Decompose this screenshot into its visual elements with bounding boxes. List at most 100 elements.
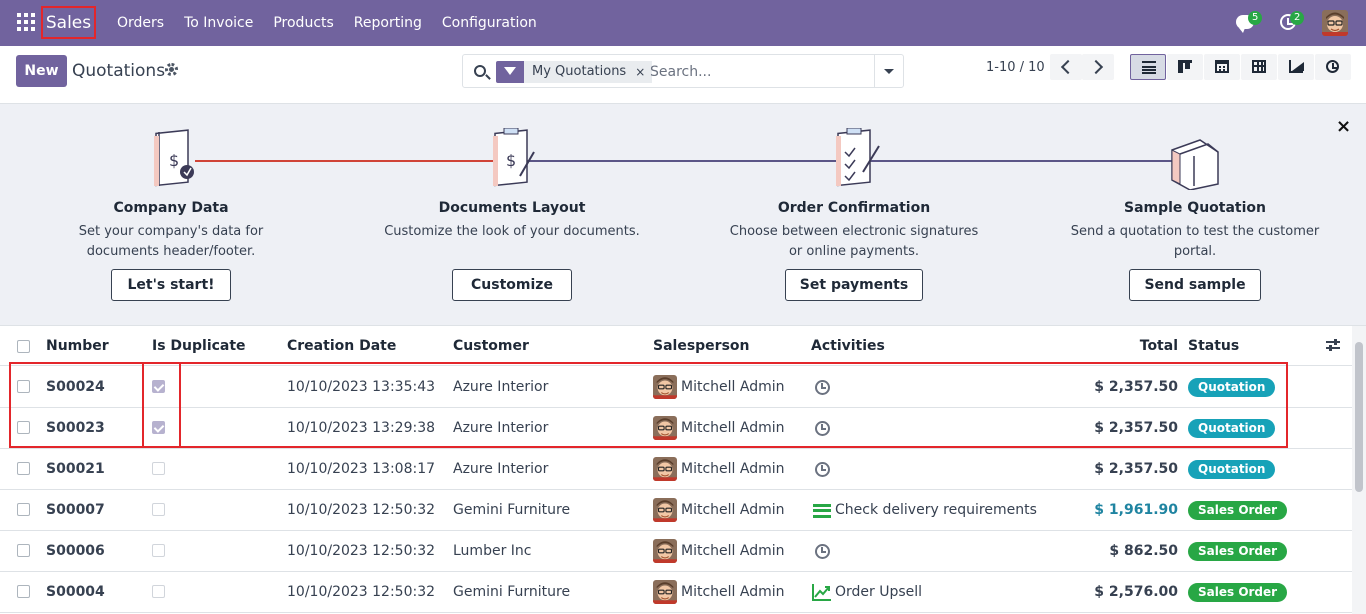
list-view-button[interactable]	[1130, 54, 1166, 80]
activity-count-badge: 2	[1290, 11, 1305, 25]
quotations-list: Number Is Duplicate Creation Date Custom…	[0, 326, 1352, 614]
search-facet-my-quotations: My Quotations ×	[496, 61, 653, 83]
company-data-illustration: $	[151, 128, 201, 190]
chat-count-badge: 5	[1248, 11, 1263, 25]
salesperson-name: Mitchell Admin	[681, 461, 785, 477]
step-description: Customize the look of your documents.	[384, 224, 640, 239]
column-salesperson[interactable]: Salesperson	[653, 338, 750, 354]
kanban-view-button[interactable]	[1167, 54, 1203, 80]
column-is-duplicate[interactable]: Is Duplicate	[152, 338, 246, 354]
graph-view-button[interactable]	[1278, 54, 1314, 80]
onboarding-close-button[interactable]: ×	[1336, 118, 1351, 136]
customize-button[interactable]: Customize	[452, 269, 572, 301]
calendar-view-button[interactable]	[1204, 54, 1240, 80]
new-button[interactable]: New	[16, 55, 67, 87]
send-sample-button[interactable]: Send sample	[1129, 269, 1261, 301]
table-row[interactable]: S00021 10/10/2023 13:08:17 Azure Interior M…	[0, 449, 1352, 490]
upsell-chart-icon[interactable]	[812, 583, 832, 601]
order-total: $ 2,357.50	[1094, 379, 1178, 395]
select-all-checkbox[interactable]	[17, 340, 30, 353]
gear-icon[interactable]	[165, 63, 178, 76]
menu-orders[interactable]: Orders	[107, 15, 174, 31]
main-menu: Orders To Invoice Products Reporting Con…	[107, 0, 547, 46]
table-row[interactable]: S00007 10/10/2023 12:50:32 Gemini Furnitur…	[0, 490, 1352, 531]
list-header: Number Is Duplicate Creation Date Custom…	[0, 326, 1352, 366]
order-total: $ 2,576.00	[1094, 584, 1178, 600]
column-customer[interactable]: Customer	[453, 338, 529, 354]
user-avatar[interactable]	[1322, 10, 1348, 36]
activity-view-icon	[1326, 60, 1339, 73]
pivot-view-button[interactable]	[1241, 54, 1277, 80]
status-badge: Sales Order	[1188, 542, 1288, 561]
order-number: S00023	[46, 420, 105, 436]
table-row[interactable]: S00024 10/10/2023 13:35:43 Azure Interior M…	[0, 367, 1352, 408]
clock-icon[interactable]	[815, 421, 830, 436]
order-total: $ 2,357.50	[1094, 461, 1178, 477]
row-checkbox[interactable]	[17, 380, 30, 393]
column-number[interactable]: Number	[46, 338, 109, 354]
salesperson-name: Mitchell Admin	[681, 584, 785, 600]
clock-icon[interactable]	[815, 544, 830, 559]
table-row[interactable]: S00006 10/10/2023 12:50:32 Lumber Inc Mitch…	[0, 531, 1352, 572]
pager-value[interactable]: 1-10 / 10	[986, 60, 1045, 75]
creation-date: 10/10/2023 12:50:32	[287, 543, 436, 559]
app-brand-sales[interactable]: Sales	[41, 6, 96, 39]
row-checkbox[interactable]	[17, 421, 30, 434]
search-icon[interactable]	[474, 65, 486, 77]
customer-name: Azure Interior	[453, 461, 549, 477]
row-checkbox[interactable]	[17, 503, 30, 516]
graph-view-icon	[1289, 60, 1304, 73]
order-number: S00004	[46, 584, 105, 600]
creation-date: 10/10/2023 13:29:38	[287, 420, 436, 436]
menu-to-invoice[interactable]: To Invoice	[174, 15, 263, 31]
row-checkbox[interactable]	[17, 585, 30, 598]
order-number: S00021	[46, 461, 105, 477]
progress-line	[854, 160, 1194, 162]
filter-icon	[496, 61, 524, 83]
clock-icon[interactable]	[815, 462, 830, 477]
salesperson-avatar	[653, 375, 677, 399]
todo-icon[interactable]	[813, 504, 831, 518]
row-checkbox[interactable]	[17, 462, 30, 475]
svg-text:$: $	[169, 151, 179, 170]
salesperson-name: Mitchell Admin	[681, 502, 785, 518]
column-activities[interactable]: Activities	[811, 338, 885, 354]
clock-icon[interactable]	[815, 380, 830, 395]
search-options-toggle[interactable]	[874, 55, 903, 87]
creation-date: 10/10/2023 12:50:32	[287, 502, 436, 518]
facet-label: My Quotations	[524, 61, 632, 83]
order-total: $ 862.50	[1109, 543, 1178, 559]
progress-line	[512, 160, 854, 162]
salesperson-avatar	[653, 416, 677, 440]
pager-next-button[interactable]	[1082, 54, 1114, 80]
column-total[interactable]: Total	[1140, 338, 1178, 354]
pager-previous-button[interactable]	[1050, 54, 1082, 80]
column-status[interactable]: Status	[1188, 338, 1239, 354]
documents-layout-illustration: $	[490, 127, 540, 190]
scrollbar-thumb[interactable]	[1355, 342, 1363, 492]
lets-start-button[interactable]: Let's start!	[111, 269, 231, 301]
list-scrollbar[interactable]	[1352, 326, 1366, 614]
progress-line-done	[195, 160, 512, 162]
menu-reporting[interactable]: Reporting	[344, 15, 432, 31]
set-payments-button[interactable]: Set payments	[785, 269, 923, 301]
row-checkbox[interactable]	[17, 544, 30, 557]
column-creation-date[interactable]: Creation Date	[287, 338, 396, 354]
search-input[interactable]	[650, 61, 870, 83]
menu-products[interactable]: Products	[263, 15, 343, 31]
step-title: Sample Quotation	[1123, 200, 1266, 216]
optional-columns-icon[interactable]	[1326, 339, 1340, 351]
creation-date: 10/10/2023 13:35:43	[287, 379, 436, 395]
status-badge: Sales Order	[1188, 501, 1288, 520]
step-description: Choose between electronic signatures or …	[729, 224, 979, 259]
table-row[interactable]: S00004 10/10/2023 12:50:32 Gemini Furnitur…	[0, 572, 1352, 613]
menu-configuration[interactable]: Configuration	[432, 15, 547, 31]
creation-date: 10/10/2023 12:50:32	[287, 584, 436, 600]
status-badge: Quotation	[1188, 460, 1276, 479]
table-row[interactable]: S00023 10/10/2023 13:29:38 Azure Interior M…	[0, 408, 1352, 449]
apps-grid-icon[interactable]	[17, 13, 35, 31]
step-description: Send a quotation to test the customer po…	[1070, 224, 1320, 259]
order-number: S00007	[46, 502, 105, 518]
calendar-view-icon	[1215, 60, 1229, 73]
activity-view-button[interactable]	[1315, 54, 1351, 80]
